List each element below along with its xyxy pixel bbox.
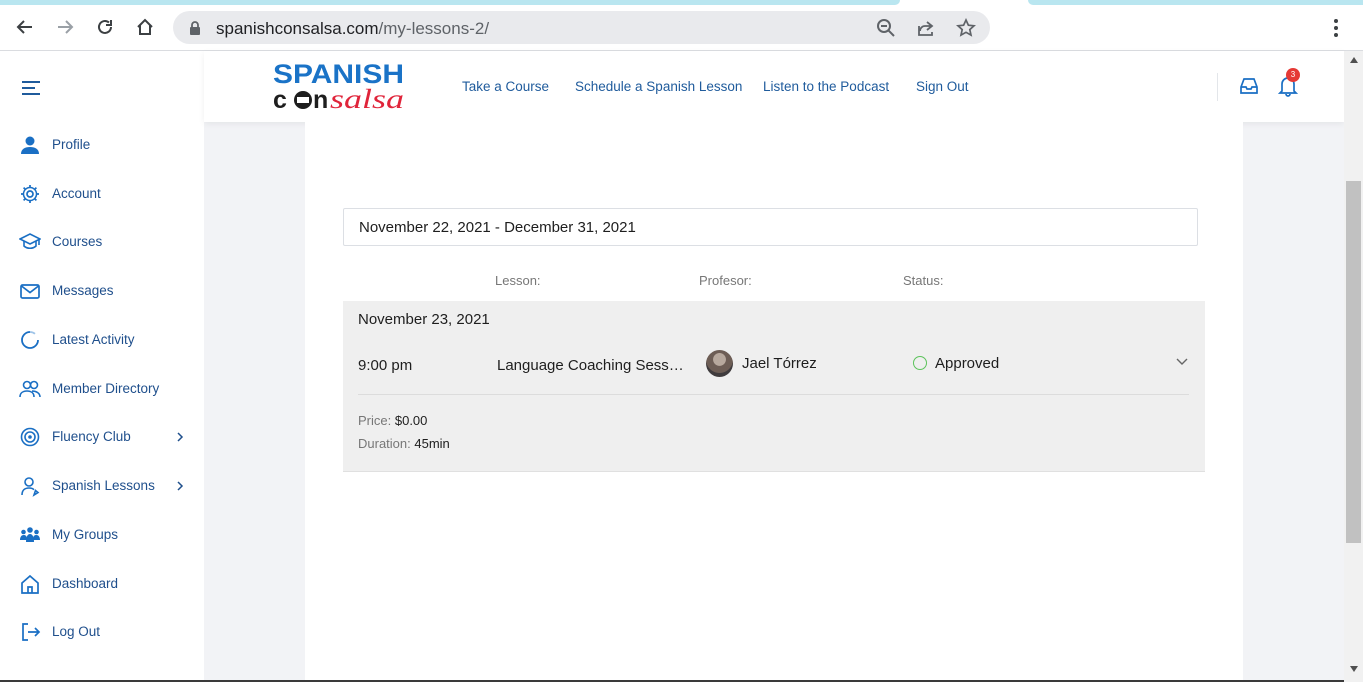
activity-icon xyxy=(21,331,39,349)
arrow-left-icon xyxy=(16,20,32,34)
notification-badge: 3 xyxy=(1286,68,1300,82)
sidebar-item-courses[interactable]: Courses xyxy=(0,222,204,262)
sidebar-item-spanish-lessons[interactable]: Spanish Lessons xyxy=(0,466,204,506)
sidebar-item-label: Dashboard xyxy=(52,576,119,591)
home-icon xyxy=(21,574,39,594)
nav-take-a-course[interactable]: Take a Course xyxy=(462,79,549,94)
nav-sign-out[interactable]: Sign Out xyxy=(916,79,969,94)
column-header-profesor: Profesor: xyxy=(699,273,752,288)
column-header-lesson: Lesson: xyxy=(495,273,541,288)
sidebar-item-my-groups[interactable]: My Groups xyxy=(0,515,204,555)
sidebar-item-dashboard[interactable]: Dashboard xyxy=(0,564,204,604)
date-range-filter[interactable]: November 22, 2021 - December 31, 2021 xyxy=(343,208,1198,246)
scroll-up-arrow-icon[interactable] xyxy=(1350,57,1358,63)
address-bar[interactable]: spanishconsalsa.com/my-lessons-2/ xyxy=(173,11,990,44)
site-logo[interactable]: SPANISH c n salsa xyxy=(272,59,406,115)
nav-schedule-lesson[interactable]: Schedule a Spanish Lesson xyxy=(575,79,742,94)
lock-icon xyxy=(190,21,200,35)
sidebar-item-label: Member Directory xyxy=(52,381,160,396)
browser-toolbar: spanishconsalsa.com/my-lessons-2/ xyxy=(0,5,1363,51)
sidebar-item-label: My Groups xyxy=(52,527,119,542)
envelope-icon xyxy=(20,284,40,299)
sidebar-item-account[interactable]: Account xyxy=(0,174,204,214)
lesson-duration: Duration: 45min xyxy=(358,436,450,451)
header-divider xyxy=(1217,73,1218,101)
users-icon xyxy=(19,380,41,398)
svg-text:c: c xyxy=(273,86,287,114)
home-button[interactable] xyxy=(131,13,159,41)
graduation-cap-icon xyxy=(19,233,41,250)
lesson-name: Language Coaching Session xyxy=(497,357,687,374)
zoom-out-icon[interactable] xyxy=(876,18,896,38)
groups-icon xyxy=(20,527,40,542)
share-icon[interactable] xyxy=(916,18,936,38)
lesson-entry[interactable]: November 23, 2021 9:00 pm Language Coach… xyxy=(343,301,1205,472)
column-header-status: Status: xyxy=(903,273,944,288)
forward-button[interactable] xyxy=(51,13,79,41)
person-outline-icon xyxy=(21,477,40,497)
reload-icon xyxy=(98,19,112,34)
gear-icon xyxy=(21,185,39,203)
divider xyxy=(358,394,1189,395)
lesson-date: November 23, 2021 xyxy=(358,311,490,328)
sidebar-item-label: Log Out xyxy=(52,624,101,639)
reload-button[interactable] xyxy=(91,13,119,41)
scrollbar-thumb[interactable] xyxy=(1346,181,1361,543)
url-text: spanishconsalsa.com/my-lessons-2/ xyxy=(216,19,490,38)
sidebar-item-log-out[interactable]: Log Out xyxy=(0,612,204,652)
scroll-down-arrow-icon[interactable] xyxy=(1350,666,1358,672)
home-icon xyxy=(137,18,153,35)
date-range-text: November 22, 2021 - December 31, 2021 xyxy=(359,219,636,236)
chevron-right-icon[interactable] xyxy=(175,479,185,493)
svg-text:n: n xyxy=(313,86,328,114)
sidebar-item-label: Profile xyxy=(52,137,91,152)
sidebar-item-messages[interactable]: Messages xyxy=(0,271,204,311)
browser-menu-icon[interactable] xyxy=(1326,17,1346,39)
profesor-name: Jael Tórrez xyxy=(742,355,817,372)
logout-icon xyxy=(22,623,41,641)
profesor-avatar xyxy=(706,350,733,377)
status-badge: Approved xyxy=(935,355,1000,372)
back-button[interactable] xyxy=(11,13,39,41)
sidebar-item-label: Spanish Lessons xyxy=(52,478,155,493)
chevron-right-icon[interactable] xyxy=(175,430,185,444)
nav-podcast[interactable]: Listen to the Podcast xyxy=(763,79,889,94)
status-approved-icon xyxy=(913,356,927,370)
sidebar-item-label: Fluency Club xyxy=(52,429,131,444)
site-header: SPANISH c n salsa Take a Course Schedule… xyxy=(204,51,1344,122)
sidebar-item-profile[interactable]: Profile xyxy=(0,125,204,165)
arrow-right-icon xyxy=(58,20,74,34)
menu-toggle-icon[interactable] xyxy=(20,79,42,97)
svg-text:salsa: salsa xyxy=(330,84,404,114)
sidebar-item-label: Courses xyxy=(52,234,103,249)
sidebar-item-member-directory[interactable]: Member Directory xyxy=(0,369,204,409)
bookmark-star-icon[interactable] xyxy=(956,18,976,38)
target-icon xyxy=(20,427,40,447)
sidebar: Profile Account Courses Messages Latest … xyxy=(0,51,204,682)
user-icon xyxy=(21,136,39,154)
sidebar-item-latest-activity[interactable]: Latest Activity xyxy=(0,320,204,360)
lesson-price: Price: $0.00 xyxy=(358,413,428,428)
sidebar-item-label: Account xyxy=(52,186,101,201)
lesson-time: 9:00 pm xyxy=(358,357,413,374)
inbox-icon[interactable] xyxy=(1239,76,1259,96)
chevron-down-icon[interactable] xyxy=(1175,357,1189,367)
sidebar-item-label: Messages xyxy=(52,283,114,298)
sidebar-item-fluency-club[interactable]: Fluency Club xyxy=(0,417,204,457)
sidebar-item-label: Latest Activity xyxy=(52,332,135,347)
